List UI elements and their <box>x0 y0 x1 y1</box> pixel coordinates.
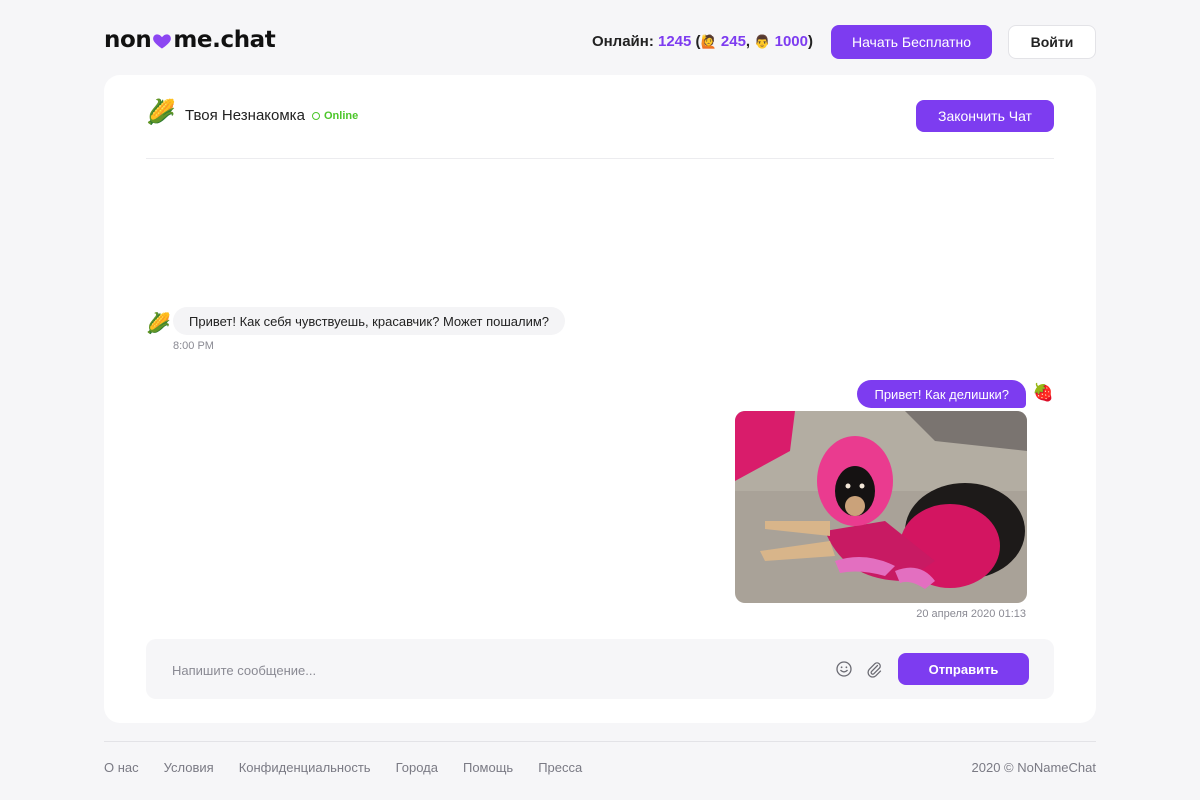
online-counter: Онлайн: 1245 (🙋 245, 👨 1000) <box>591 33 813 50</box>
footer-link-press[interactable]: Пресса <box>538 760 582 775</box>
online-boys: 1000 <box>774 33 808 50</box>
status-text: Online <box>324 110 359 122</box>
partner-avatar: 🌽 <box>146 99 176 126</box>
incoming-message-bubble: Привет! Как себя чувствуешь, красавчик? … <box>173 307 566 335</box>
footer-link-cities[interactable]: Города <box>396 760 438 775</box>
start-free-button[interactable]: Начать Бесплатно <box>831 25 992 59</box>
partner-status: Online <box>312 110 358 122</box>
online-total: 1245 <box>657 33 692 50</box>
logo[interactable]: non me.chat <box>104 27 276 53</box>
boys-emoji-icon: 👨 <box>754 34 771 49</box>
end-chat-button[interactable]: Закончить Чат <box>916 100 1054 132</box>
copyright: 2020 © NoNameChat <box>971 760 1096 775</box>
site-header: non me.chat Онлайн: 1245 (🙋 245, 👨 1000)… <box>104 24 1096 60</box>
girls-emoji-icon: 🙋 <box>700 34 717 49</box>
logo-text-right: me.chat <box>173 27 276 53</box>
footer-links: О нас Условия Конфиденциальность Города … <box>104 760 582 775</box>
heart-icon <box>153 34 172 49</box>
footer-divider <box>104 741 1096 742</box>
login-button[interactable]: Войти <box>1008 25 1096 59</box>
dog-photo-image <box>735 411 1027 603</box>
chat-card: 🌽 Твоя Незнакомка Online Закончить Чат 🌽… <box>104 75 1096 723</box>
incoming-message-time: 8:00 PM <box>173 340 214 352</box>
message-composer: Отправить <box>146 639 1054 699</box>
message-photo[interactable] <box>735 411 1027 603</box>
outgoing-message-time: 20 апреля 2020 01:13 <box>916 608 1026 620</box>
outgoing-message-bubble: Привет! Как делишки? <box>857 380 1026 408</box>
online-dot-icon <box>312 112 320 120</box>
footer-link-terms[interactable]: Условия <box>164 760 214 775</box>
online-label: Онлайн: <box>591 33 654 50</box>
send-button[interactable]: Отправить <box>898 653 1029 685</box>
footer-link-about[interactable]: О нас <box>104 760 139 775</box>
outgoing-message-avatar: 🍓 <box>1032 383 1054 402</box>
footer-link-help[interactable]: Помощь <box>463 760 513 775</box>
emoji-icon[interactable] <box>836 661 852 677</box>
chat-header: 🌽 Твоя Незнакомка Online Закончить Чат <box>146 100 1054 159</box>
online-girls: 245 <box>720 33 746 50</box>
message-input[interactable] <box>170 659 814 681</box>
footer-link-privacy[interactable]: Конфиденциальность <box>239 760 371 775</box>
paperclip-icon[interactable] <box>866 660 882 678</box>
incoming-message-avatar: 🌽 <box>146 313 171 335</box>
logo-text-left: non <box>104 27 152 53</box>
partner-name: Твоя Незнакомка <box>185 107 305 124</box>
